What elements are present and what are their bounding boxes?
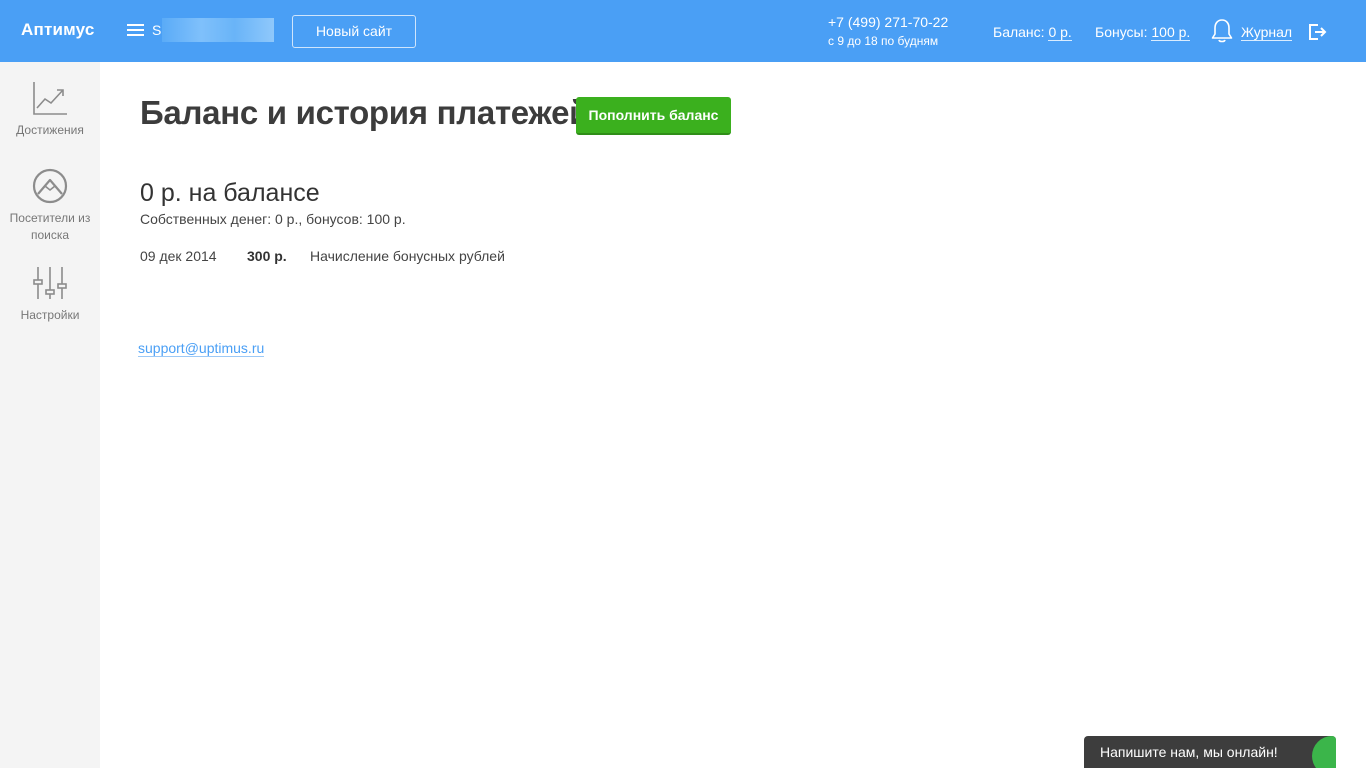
bell-icon[interactable] <box>1210 18 1234 44</box>
chat-widget[interactable]: Напишите нам, мы онлайн! <box>1084 736 1336 768</box>
logout-icon[interactable] <box>1307 22 1327 42</box>
support-phone: +7 (499) 271-70-22 <box>828 14 949 30</box>
sidebar-item-achievements[interactable]: Достижения <box>0 80 100 139</box>
online-status-icon <box>1312 736 1336 768</box>
journal-link[interactable]: Журнал <box>1241 24 1293 41</box>
sidebar-item-label: Настройки <box>20 308 80 322</box>
sidebar-item-search-visitors[interactable]: Посетители из поиска <box>0 168 100 244</box>
support-email-link[interactable]: support@uptimus.ru <box>138 340 265 357</box>
site-selector[interactable]: S <box>152 16 274 44</box>
balance-summary: 0 р. на балансе <box>140 179 320 207</box>
new-site-button[interactable]: Новый сайт <box>292 15 416 48</box>
header-bonuses: Бонусы: 100 р. <box>1095 24 1191 41</box>
sidebar-item-label: Достижения <box>16 123 84 137</box>
site-name: S <box>152 22 162 38</box>
balance-detail: Собственных денег: 0 р., бонусов: 100 р. <box>140 211 406 227</box>
mountain-circle-icon <box>32 168 68 204</box>
balance-label: Баланс: <box>993 24 1045 40</box>
menu-icon[interactable] <box>127 23 144 37</box>
balance-link[interactable]: 0 р. <box>1048 24 1072 41</box>
bonuses-label: Бонусы: <box>1095 24 1148 40</box>
transaction-amount: 300 р. <box>247 248 287 264</box>
sidebar: Достижения Посетители из поиска Настройк… <box>0 62 100 768</box>
transaction-date: 09 дек 2014 <box>140 248 217 264</box>
logo[interactable]: Аптимус <box>21 20 95 40</box>
sidebar-item-label: Посетители из поиска <box>9 211 91 242</box>
bonuses-link[interactable]: 100 р. <box>1151 24 1191 41</box>
header-balance: Баланс: 0 р. <box>993 24 1072 41</box>
top-bar: Аптимус S Новый сайт +7 (499) 271-70-22 … <box>0 0 1366 62</box>
page-title: Баланс и история платежей <box>140 94 590 131</box>
redacted-site-name <box>162 18 274 42</box>
chart-trend-icon <box>33 82 67 115</box>
support-hours: с 9 до 18 по будням <box>828 34 939 48</box>
top-up-balance-button[interactable]: Пополнить баланс <box>576 97 731 135</box>
chat-label: Напишите нам, мы онлайн! <box>1100 744 1278 760</box>
sliders-icon <box>33 267 67 299</box>
transaction-description: Начисление бонусных рублей <box>310 248 505 264</box>
sidebar-item-settings[interactable]: Настройки <box>0 265 100 324</box>
